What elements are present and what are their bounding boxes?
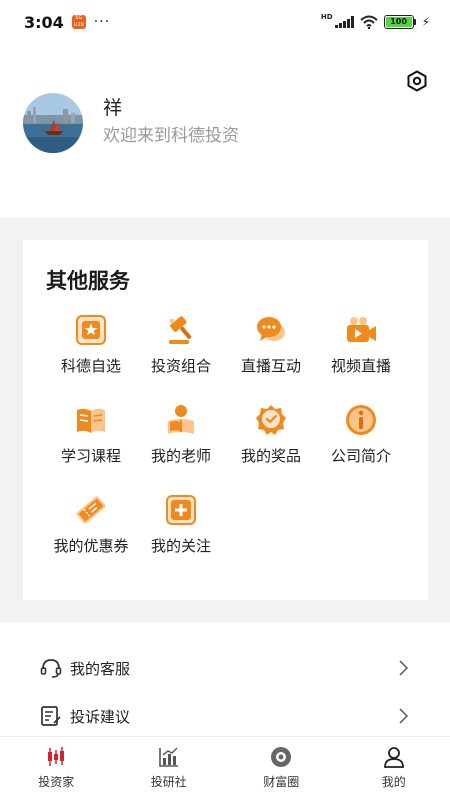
status-bar: 3:04 SG U19 ··· HD 100 ⚡	[0, 0, 450, 44]
info-icon	[346, 405, 376, 435]
more-notifications-icon: ···	[93, 14, 111, 30]
service-prizes[interactable]: 我的奖品	[226, 403, 316, 483]
service-label: 公司简介	[330, 447, 391, 465]
bottom-tab-bar: 投资家 投研社 财富圈 我的	[0, 736, 450, 800]
menu-item-feedback[interactable]: 投诉建议	[0, 692, 450, 740]
tab-investor[interactable]: 投资家	[0, 737, 113, 800]
app-badge-icon: SG U19	[71, 15, 86, 29]
user-icon	[383, 747, 404, 768]
service-label: 我的老师	[150, 447, 211, 465]
service-label: 我的奖品	[240, 447, 301, 465]
service-portfolio[interactable]: 投资组合	[136, 313, 226, 393]
teacher-icon	[168, 405, 194, 434]
tab-label: 投资家	[38, 775, 75, 789]
service-label: 直播互动	[240, 357, 301, 375]
avatar[interactable]	[23, 93, 83, 153]
profile-text: 祥 欢迎来到科德投资	[103, 94, 239, 150]
chat-icon	[257, 317, 285, 341]
menu-list: 我的客服 投诉建议	[0, 644, 450, 740]
chevron-right-icon	[399, 708, 409, 724]
service-label: 我的优惠券	[53, 537, 129, 555]
tab-label: 投研社	[150, 775, 187, 789]
service-live-interaction[interactable]: 直播互动	[226, 313, 316, 393]
service-following[interactable]: 我的关注	[136, 493, 226, 573]
status-time: 3:04	[24, 12, 64, 32]
service-favorites[interactable]: 科德自选	[46, 313, 136, 393]
ticket-icon	[76, 496, 106, 524]
signal-icon	[334, 16, 354, 28]
charging-icon: ⚡	[421, 15, 430, 29]
tab-mine[interactable]: 我的	[338, 737, 450, 800]
service-label: 投资组合	[150, 357, 211, 375]
tab-research[interactable]: 投研社	[113, 737, 226, 800]
tab-label: 我的	[381, 775, 406, 789]
status-indicators: HD 100 ⚡	[320, 13, 430, 29]
star-icon	[76, 315, 106, 345]
service-label: 我的关注	[150, 537, 211, 555]
settings-button[interactable]	[404, 68, 430, 94]
plus-icon	[166, 495, 196, 525]
feedback-icon	[40, 705, 62, 727]
wifi-icon	[359, 15, 378, 29]
service-label: 视频直播	[330, 357, 391, 375]
video-camera-icon	[347, 317, 376, 342]
battery-level: 100	[385, 17, 412, 27]
badge-icon	[256, 405, 286, 435]
candlestick-icon	[48, 747, 65, 766]
service-courses[interactable]: 学习课程	[46, 403, 136, 483]
profile-welcome: 欢迎来到科德投资	[103, 126, 239, 146]
tab-wealth-circle[interactable]: 财富圈	[225, 737, 338, 800]
tab-label: 财富圈	[263, 775, 300, 789]
gavel-icon	[169, 316, 192, 344]
service-teacher[interactable]: 我的老师	[136, 403, 226, 483]
profile-name: 祥	[103, 97, 123, 119]
service-label: 学习课程	[60, 447, 121, 465]
services-card: 其他服务 科德自选 投资组合 直播互动 视频直播 学习课程 我的老师 我的奖品 …	[23, 240, 428, 600]
battery-icon: 100	[383, 15, 416, 29]
profile-header[interactable]: 祥 欢迎来到科德投资	[23, 93, 239, 153]
settings-hexagon-icon	[407, 70, 427, 92]
menu-label: 我的客服	[70, 659, 131, 678]
service-company-info[interactable]: 公司简介	[316, 403, 406, 483]
bar-chart-icon	[158, 747, 178, 767]
disc-icon	[271, 747, 292, 767]
service-label: 科德自选	[60, 357, 121, 375]
network-type-label: HD	[320, 13, 333, 21]
service-video-live[interactable]: 视频直播	[316, 313, 406, 393]
chevron-right-icon	[399, 660, 409, 676]
headset-icon	[40, 657, 62, 679]
book-icon	[77, 408, 105, 433]
avatar-harbor-image	[23, 93, 83, 153]
menu-label: 投诉建议	[70, 707, 131, 726]
service-coupons[interactable]: 我的优惠券	[46, 493, 136, 573]
services-title: 其他服务	[46, 269, 130, 293]
menu-item-customer-service[interactable]: 我的客服	[0, 644, 450, 692]
